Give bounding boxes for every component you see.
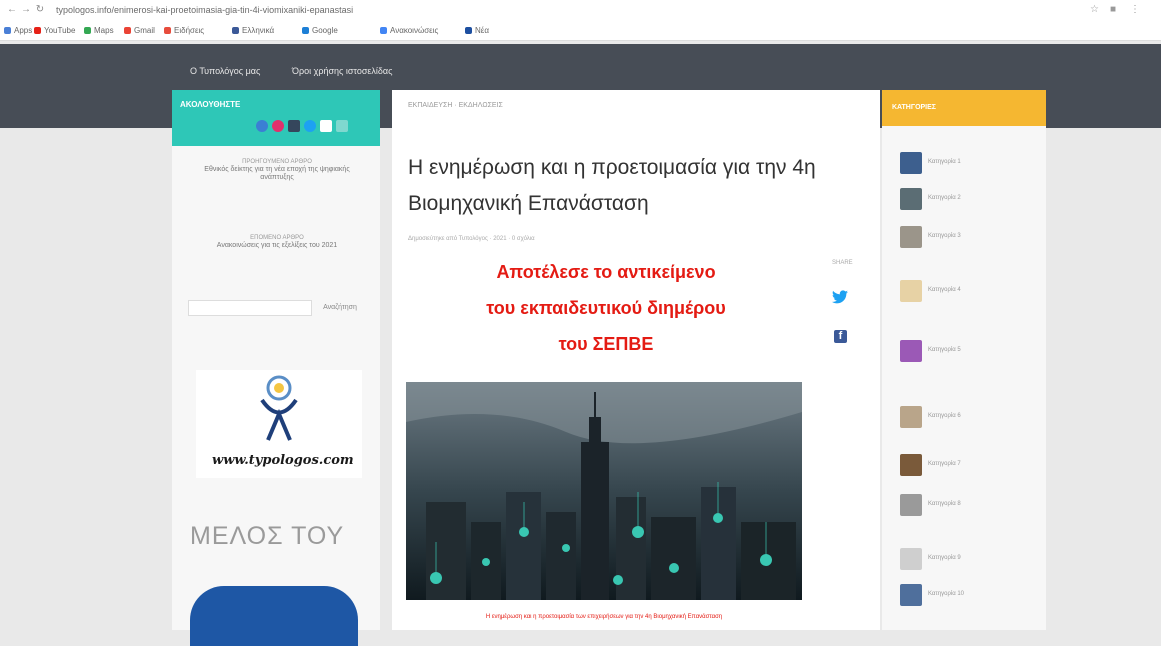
tumblr-icon[interactable] — [288, 120, 300, 132]
instagram-icon[interactable] — [272, 120, 284, 132]
post-kicker: ΕΠΟΜΕΝΟ ΑΡΘΡΟ — [250, 235, 304, 241]
category-item[interactable]: Κατηγορία 10 — [900, 584, 1040, 608]
member-badge[interactable] — [190, 586, 358, 646]
image-caption: Η ενημέρωση και η προετοιμασία των επιχε… — [485, 614, 723, 620]
category-label[interactable]: Κατηγορία 6 — [928, 411, 1040, 421]
breadcrumb[interactable]: ΕΚΠΑΙΔΕΥΣΗ · ΕΚΔΗΛΩΣΕΙΣ — [408, 102, 503, 109]
follow-widget: ΑΚΟΛΟΥΘΗΣΤΕ — [172, 90, 380, 146]
bookmark[interactable]: Apps — [4, 25, 32, 37]
category-thumb — [900, 340, 922, 362]
promo-text: Αποτέλεσε το αντικείμενο του εκπαιδευτικ… — [406, 254, 806, 362]
promo-line: του ΣΕΠΒΕ — [558, 334, 654, 354]
category-label[interactable]: Κατηγορία 10 — [928, 589, 1040, 599]
post-kicker: ΠΡΟΗΓΟΥΜΕΝΟ ΑΡΘΡΟ — [242, 159, 312, 165]
city-skyline-image — [406, 382, 802, 600]
category-thumb — [900, 584, 922, 606]
bookmark[interactable]: Ελληνικά — [232, 25, 274, 37]
back-icon[interactable]: ← — [6, 4, 18, 16]
nav-link-terms[interactable]: Όροι χρήσης ιστοσελίδας — [292, 66, 392, 76]
category-label[interactable]: Κατηγορία 2 — [928, 193, 1040, 203]
promo-line: Αποτέλεσε το αντικείμενο — [496, 262, 716, 282]
youtube-icon[interactable] — [320, 120, 332, 132]
bookmark[interactable]: Ανακοινώσεις — [380, 25, 438, 37]
bookmark[interactable]: YouTube — [34, 25, 75, 37]
category-thumb — [900, 494, 922, 516]
category-item[interactable]: Κατηγορία 7 — [900, 454, 1040, 478]
post-title[interactable]: Ανακοινώσεις για τις εξελίξεις του 2021 — [188, 242, 366, 250]
article-meta: Δημοσιεύτηκε από Τυπολόγος · 2021 · 0 σχ… — [408, 236, 535, 242]
twitter-icon[interactable] — [304, 120, 316, 132]
category-thumb — [900, 280, 922, 302]
category-thumb — [900, 188, 922, 210]
category-item[interactable]: Κατηγορία 1 — [900, 152, 1040, 176]
right-sidebar: ΚΑΤΗΓΟΡΙΕΣ Κατηγορία 1 Κατηγορία 2 Κατηγ… — [882, 90, 1046, 630]
category-label[interactable]: Κατηγορία 3 — [928, 231, 1040, 241]
category-thumb — [900, 152, 922, 174]
search-input[interactable] — [188, 300, 312, 316]
rss-icon[interactable] — [336, 120, 348, 132]
category-label[interactable]: Κατηγορία 9 — [928, 553, 1040, 563]
bookmark[interactable]: Google — [302, 25, 338, 37]
category-item[interactable]: Κατηγορία 4 — [900, 280, 1040, 304]
facebook-share-icon[interactable]: f — [834, 330, 847, 343]
member-heading: ΜΕΛΟΣ ΤΟΥ — [190, 522, 345, 550]
categories-header: ΚΑΤΗΓΟΡΙΕΣ — [882, 90, 1046, 126]
article: ΕΚΠΑΙΔΕΥΣΗ · ΕΚΔΗΛΩΣΕΙΣ Η ενημέρωση και … — [392, 90, 880, 630]
category-thumb — [900, 548, 922, 570]
facebook-icon[interactable] — [256, 120, 268, 132]
category-thumb — [900, 226, 922, 248]
category-item[interactable]: Κατηγορία 8 — [900, 494, 1040, 518]
category-label[interactable]: Κατηγορία 4 — [928, 285, 1040, 295]
category-item[interactable]: Κατηγορία 6 — [900, 406, 1040, 430]
twitter-share-icon[interactable] — [832, 290, 848, 304]
post-title[interactable]: Εθνικός δείκτης για τη νέα εποχή της ψηφ… — [188, 166, 366, 182]
next-post[interactable]: ΕΠΟΜΕΝΟ ΑΡΘΡΟ Ανακοινώσεις για τις εξελί… — [188, 234, 366, 250]
star-icon[interactable]: ☆ — [1090, 4, 1099, 15]
bookmark[interactable]: Ειδήσεις — [164, 25, 204, 37]
article-title: Η ενημέρωση και η προετοιμασία για την 4… — [408, 156, 816, 215]
category-thumb — [900, 454, 922, 476]
left-sidebar: ΑΚΟΛΟΥΘΗΣΤΕ ΠΡΟΗΓΟΥΜΕΝΟ ΑΡΘΡΟ Εθνικός δε… — [172, 90, 380, 646]
bookmark[interactable]: Maps — [84, 25, 114, 37]
category-label[interactable]: Κατηγορία 7 — [928, 459, 1040, 469]
promo-line: του εκπαιδευτικού διημέρου — [486, 298, 726, 318]
category-item[interactable]: Κατηγορία 5 — [900, 340, 1040, 364]
search-button[interactable]: Αναζήτηση — [314, 300, 366, 316]
prev-post[interactable]: ΠΡΟΗΓΟΥΜΕΝΟ ΑΡΘΡΟ Εθνικός δείκτης για τη… — [188, 158, 366, 182]
forward-icon[interactable]: → — [20, 4, 32, 16]
category-item[interactable]: Κατηγορία 9 — [900, 548, 1040, 572]
address-bar[interactable]: typologos.info/enimerosi-kai-proetoimasi… — [56, 4, 576, 17]
left-sidebar-body: ΠΡΟΗΓΟΥΜΕΝΟ ΑΡΘΡΟ Εθνικός δείκτης για τη… — [172, 146, 380, 646]
bookmark[interactable]: Gmail — [124, 25, 155, 37]
categories-title: ΚΑΤΗΓΟΡΙΕΣ — [892, 104, 936, 111]
share-label: SHARE — [832, 260, 853, 266]
menu-icon[interactable]: ⋮ — [1130, 4, 1140, 15]
typologos-logo[interactable]: www.typologos.com — [196, 370, 362, 478]
category-label[interactable]: Κατηγορία 1 — [928, 157, 1040, 167]
nav-link-about[interactable]: Ο Τυπολόγος μας — [190, 66, 260, 76]
category-item[interactable]: Κατηγορία 2 — [900, 188, 1040, 212]
bookmark[interactable]: Νέα — [465, 25, 489, 37]
category-item[interactable]: Κατηγορία 3 — [900, 226, 1040, 250]
logo-url: www.typologos.com — [212, 453, 354, 468]
category-thumb — [900, 406, 922, 428]
category-label[interactable]: Κατηγορία 5 — [928, 345, 1040, 355]
reload-icon[interactable]: ↻ — [34, 4, 46, 16]
follow-title: ΑΚΟΛΟΥΘΗΣΤΕ — [180, 100, 241, 109]
typologos-figure-icon — [260, 375, 298, 441]
bookmarks-bar: Apps YouTube Maps Gmail Ειδήσεις Ελληνικ… — [0, 22, 1161, 41]
browser-toolbar: ← → ↻ typologos.info/enimerosi-kai-proet… — [0, 0, 1161, 23]
category-label[interactable]: Κατηγορία 8 — [928, 499, 1040, 509]
extension-icon[interactable]: ■ — [1110, 4, 1116, 15]
